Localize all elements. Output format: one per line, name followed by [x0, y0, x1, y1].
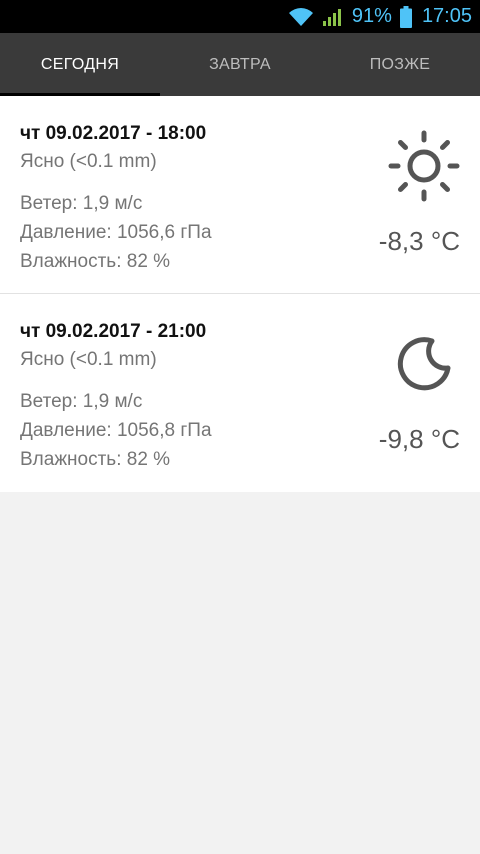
forecast-item[interactable]: чт 09.02.2017 - 18:00 Ясно (<0.1 mm) Вет… — [0, 96, 480, 294]
wifi-icon — [288, 7, 314, 27]
forecast-list: чт 09.02.2017 - 18:00 Ясно (<0.1 mm) Вет… — [0, 96, 480, 492]
tab-bar: СЕГОДНЯ ЗАВТРА ПОЗЖЕ — [0, 33, 480, 96]
tab-later[interactable]: ПОЗЖЕ — [320, 33, 480, 96]
forecast-item[interactable]: чт 09.02.2017 - 21:00 Ясно (<0.1 mm) Вет… — [0, 294, 480, 492]
battery-percent: 91% — [351, 5, 392, 27]
sun-icon — [388, 130, 460, 202]
forecast-temperature: -9,8 °C — [378, 424, 460, 454]
tab-tomorrow[interactable]: ЗАВТРА — [160, 33, 320, 96]
tab-today[interactable]: СЕГОДНЯ — [0, 33, 160, 96]
status-bar: 91% 17:05 — [0, 0, 480, 33]
battery-icon — [399, 5, 412, 28]
signal-icon — [322, 7, 344, 27]
moon-icon — [388, 328, 460, 400]
status-clock: 17:05 — [421, 5, 472, 27]
forecast-temperature: -8,3 °C — [378, 226, 460, 256]
